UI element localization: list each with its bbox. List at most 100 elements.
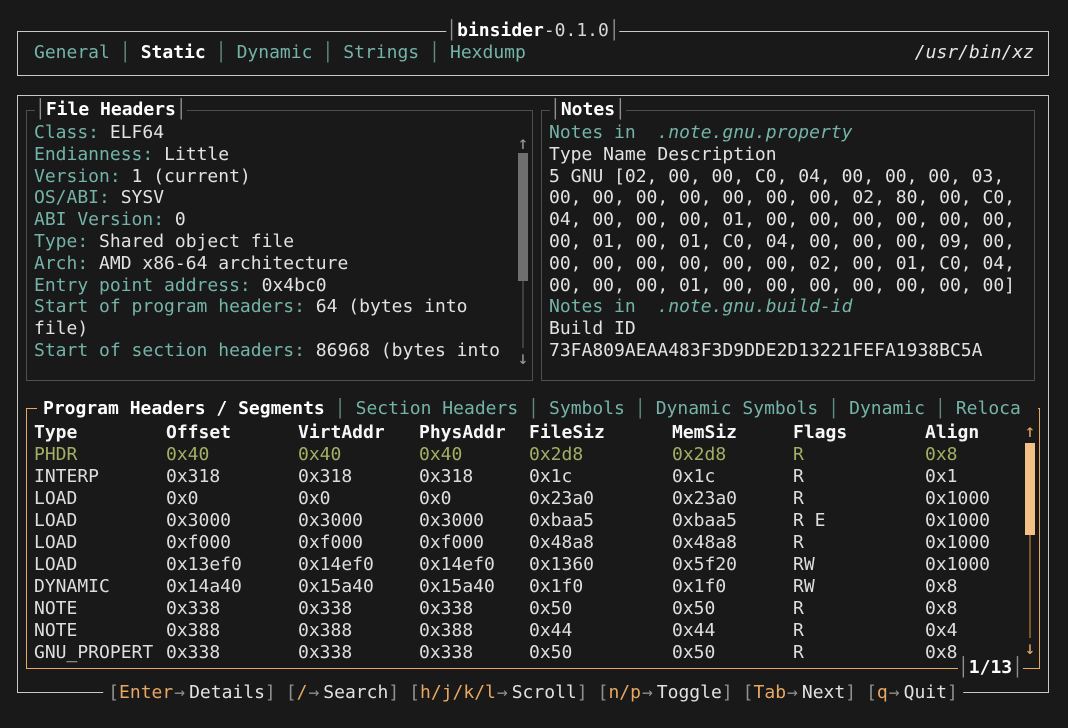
tab-dynamic[interactable]: Dynamic: [237, 42, 313, 63]
tab-separator: [206, 42, 237, 63]
key-label: n/p: [608, 682, 641, 703]
notes-line: 00, 01, 00, 01, C0, 04, 00, 00, 00, 09, …: [549, 231, 1034, 253]
column-header-virtaddr: VirtAddr: [298, 422, 419, 444]
notes-line: 73FA809AEAA483F3D9DDE2D13221FEFA1938BC5A: [549, 340, 1034, 362]
cell: 0x1000: [925, 488, 1039, 510]
table-row[interactable]: LOAD0xf0000xf0000xf0000x48a80x48a8R0x100…: [34, 532, 1039, 554]
file-headers-panel: File Headers Class:ELF64Endianness:Littl…: [26, 110, 533, 381]
file-header-line: Start of section headers:86968 (bytes in…: [34, 340, 532, 362]
cell: 0x338: [166, 642, 298, 664]
tab-symbols[interactable]: Symbols: [549, 398, 625, 419]
tab-dynamic[interactable]: Dynamic: [849, 398, 925, 419]
keybinding-toggle[interactable]: n/p Toggle: [598, 682, 733, 703]
cell: 0x3000: [166, 510, 298, 532]
arrow-icon: [496, 682, 512, 703]
cell: 0x50: [529, 642, 672, 664]
tab-separator: [110, 42, 141, 63]
tab-separator: [518, 398, 549, 419]
action-label: Details: [189, 682, 265, 703]
field-value: Shared object file: [99, 231, 294, 252]
file-headers-scrollbar[interactable]: [516, 133, 530, 370]
cell: NOTE: [34, 620, 166, 642]
tab-strings[interactable]: Strings: [343, 42, 419, 63]
column-header-flags: Flags: [793, 422, 925, 444]
cell: 0x1c: [672, 466, 793, 488]
notes-text: Build ID: [549, 318, 636, 339]
cell: 0x318: [166, 466, 298, 488]
cell: 0x338: [419, 642, 529, 664]
file-header-line: Entry point address:0x4bc0: [34, 275, 532, 297]
scrollbar-thumb[interactable]: [1025, 443, 1035, 535]
segments-scrollbar[interactable]: [1023, 421, 1037, 660]
action-label: Search: [323, 682, 388, 703]
cell: RW: [793, 576, 925, 598]
notes-line: Build ID: [549, 318, 1034, 340]
tab-program-headers-segments[interactable]: Program Headers / Segments: [43, 398, 325, 419]
scroll-up-icon[interactable]: [1023, 421, 1037, 443]
field-value: ELF64: [110, 122, 164, 143]
cell: 0x1360: [529, 554, 672, 576]
field-value: 86968 (bytes into: [316, 340, 500, 361]
key-label: Enter: [119, 682, 173, 703]
field-value: Little: [164, 144, 229, 165]
scroll-down-icon[interactable]: [516, 348, 530, 370]
notes-line: Type Name Description: [549, 144, 1034, 166]
tab-section-headers[interactable]: Section Headers: [356, 398, 519, 419]
notes-line: 00, 00, 00, 00, 00, 00, 02, 00, 01, C0, …: [549, 253, 1034, 275]
scrollbar-thumb[interactable]: [518, 153, 528, 281]
keybinding-details[interactable]: Enter Details: [108, 682, 276, 703]
keybinding-quit[interactable]: qQuit: [866, 682, 958, 703]
tab-separator: [625, 398, 656, 419]
title-bar: binsider-0.1.0 GeneralStaticDynamicStrin…: [17, 31, 1049, 76]
keybinding-next[interactable]: TabNext: [743, 682, 856, 703]
table-row[interactable]: PHDR0x400x400x400x2d80x2d8R0x8: [34, 444, 1039, 466]
segments-table: TypeOffsetVirtAddrPhysAddrFileSizMemSizF…: [27, 409, 1039, 664]
cell: 0x338: [298, 598, 419, 620]
cell: NOTE: [34, 598, 166, 620]
cell: 0x23a0: [672, 488, 793, 510]
table-row[interactable]: LOAD0x30000x30000x30000xbaa50xbaa5R E0x1…: [34, 510, 1039, 532]
action-label: Next: [802, 682, 845, 703]
arrow-icon: [307, 682, 323, 703]
cell: 0x15a40: [419, 576, 529, 598]
tab-hexdump[interactable]: Hexdump: [450, 42, 526, 63]
tab-general[interactable]: General: [34, 42, 110, 63]
cell: 0x15a40: [298, 576, 419, 598]
table-row[interactable]: DYNAMIC0x14a400x15a400x15a400x1f00x1f0RW…: [34, 576, 1039, 598]
table-row[interactable]: NOTE0x3380x3380x3380x500x50R0x8: [34, 598, 1039, 620]
table-row[interactable]: LOAD0x13ef00x14ef00x14ef00x13600x5f20RW0…: [34, 554, 1039, 576]
keybinding-scroll[interactable]: h/j/k/lScroll: [409, 682, 587, 703]
tab-reloca[interactable]: Reloca: [956, 398, 1021, 419]
table-row[interactable]: GNU_PROPERT0x3380x3380x3380x500x50R0x8: [34, 642, 1039, 664]
cell: R: [793, 444, 925, 466]
cell: 0x44: [529, 620, 672, 642]
field-label: Endianness:: [34, 144, 164, 165]
notes-line: 00, 00, 00, 00, 00, 00, 00, 02, 80, 00, …: [549, 187, 1034, 209]
keybinding-search[interactable]: /Search: [286, 682, 399, 703]
column-header-align: Align: [925, 422, 1039, 444]
table-row[interactable]: NOTE0x3880x3880x3880x440x44R0x4: [34, 620, 1039, 642]
cell: 0x40: [166, 444, 298, 466]
notes-text: 00, 00, 00, 00, 00, 00, 00, 02, 80, 00, …: [549, 187, 1015, 208]
action-label: Toggle: [657, 682, 722, 703]
cell: 0x5f20: [672, 554, 793, 576]
cell: R E: [793, 510, 925, 532]
notes-text: 04, 00, 00, 00, 01, 00, 00, 00, 00, 00, …: [549, 209, 1015, 230]
notes-panel: Notes Notes in .note.gnu.propertyType Na…: [541, 110, 1035, 381]
scroll-down-icon[interactable]: [1023, 638, 1037, 660]
cell: 0x2d8: [672, 444, 793, 466]
table-row[interactable]: LOAD0x00x00x00x23a00x23a0R0x1000: [34, 488, 1039, 510]
notes-text: 00, 01, 00, 01, C0, 04, 00, 00, 00, 09, …: [549, 231, 1015, 252]
column-header-memsiz: MemSiz: [672, 422, 793, 444]
file-header-line: Type:Shared object file: [34, 231, 532, 253]
cell: 0x3000: [419, 510, 529, 532]
table-row[interactable]: INTERP0x3180x3180x3180x1c0x1cR0x1: [34, 466, 1039, 488]
arrow-icon: [173, 682, 189, 703]
scroll-up-icon[interactable]: [516, 133, 530, 155]
notes-text: 5 GNU [02, 00, 00, C0, 04, 00, 00, 00, 0…: [549, 166, 1004, 187]
action-label: Scroll: [512, 682, 577, 703]
tab-static[interactable]: Static: [141, 42, 206, 63]
column-header-physaddr: PhysAddr: [419, 422, 529, 444]
tab-dynamic-symbols[interactable]: Dynamic Symbols: [656, 398, 819, 419]
cell: 0x48a8: [529, 532, 672, 554]
